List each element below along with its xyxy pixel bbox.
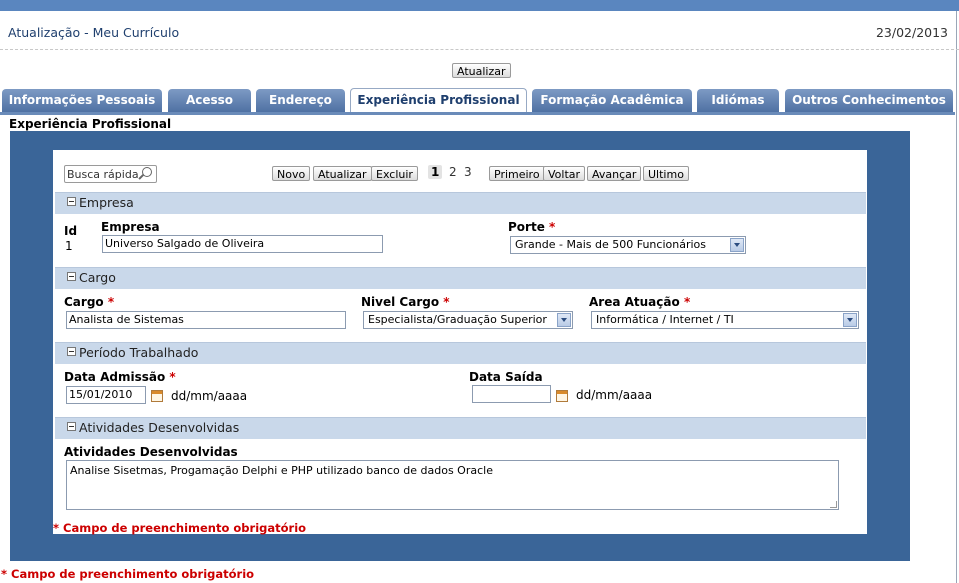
nivel-cargo-select[interactable]: Especialista/Graduação Superior [363, 311, 573, 329]
area-atuacao-label: Area Atuação * [589, 295, 691, 309]
current-date: 23/02/2013 [875, 25, 948, 40]
refresh-button[interactable]: Atualizar [313, 166, 372, 181]
data-admissao-format: dd/mm/aaaa [171, 389, 248, 403]
collapse-icon[interactable] [67, 272, 76, 281]
top-bar [0, 0, 959, 11]
empresa-label: Empresa [101, 220, 160, 234]
calendar-icon[interactable] [151, 390, 163, 402]
tab-experiencia-profissional[interactable]: Experiência Profissional [350, 88, 527, 112]
empresa-section-header[interactable]: Empresa [55, 192, 866, 214]
periodo-section-title: Período Trabalhado [79, 345, 199, 360]
chevron-down-icon[interactable] [730, 238, 744, 252]
porte-select[interactable]: Grande - Mais de 500 Funcionários [510, 236, 746, 254]
data-admissao-input[interactable]: 15/01/2010 [66, 386, 146, 404]
data-saida-format: dd/mm/aaaa [576, 388, 653, 402]
cargo-section-title: Cargo [79, 270, 116, 285]
page-3[interactable]: 3 [464, 165, 472, 179]
tab-bar: Informações Pessoais Acesso Endereço Exp… [0, 88, 955, 112]
empresa-input[interactable]: Universo Salgado de Oliveira [102, 235, 383, 253]
atividades-text: Analise Sisetmas, Progamação Delphi e PH… [70, 464, 493, 477]
required-note: * Campo de preenchimento obrigatório [1, 567, 255, 581]
id-value: 1 [65, 239, 73, 253]
window-border [956, 11, 957, 583]
chevron-down-icon[interactable] [843, 313, 857, 327]
tab-informacoes-pessoais[interactable]: Informações Pessoais [2, 89, 162, 112]
resize-grip-icon[interactable] [830, 501, 837, 508]
cargo-label: Cargo * [64, 295, 115, 309]
update-button[interactable]: Atualizar [452, 63, 511, 78]
new-button[interactable]: Novo [272, 166, 311, 181]
delete-button[interactable]: Excluir [371, 166, 418, 181]
atividades-textarea[interactable]: Analise Sisetmas, Progamação Delphi e PH… [66, 460, 839, 510]
quick-search-input[interactable]: Busca rápida [64, 165, 157, 183]
first-button[interactable]: Primeiro [489, 166, 545, 181]
periodo-section-header[interactable]: Período Trabalhado [55, 342, 866, 364]
page-title: Atualização - Meu Currículo [8, 25, 180, 40]
atividades-section-title: Atividades Desenvolvidas [79, 420, 240, 435]
data-admissao-label: Data Admissão * [64, 370, 176, 384]
section-title: Experiência Profissional [9, 117, 172, 131]
tab-acesso[interactable]: Acesso [168, 89, 251, 112]
search-icon[interactable] [142, 167, 152, 177]
tab-underline [0, 112, 955, 115]
tab-idiomas[interactable]: Idiómas [697, 89, 779, 112]
collapse-icon[interactable] [67, 422, 76, 431]
page-2[interactable]: 2 [449, 165, 457, 179]
atividades-label: Atividades Desenvolvidas [64, 445, 238, 459]
porte-label: Porte * [508, 220, 556, 234]
header-divider [0, 49, 959, 50]
nivel-cargo-label: Nivel Cargo * [361, 295, 450, 309]
cargo-input[interactable]: Analista de Sistemas [66, 311, 346, 329]
data-saida-input[interactable] [472, 385, 551, 403]
data-saida-label: Data Saída [469, 370, 543, 384]
id-label: Id [64, 224, 78, 238]
atividades-section-header[interactable]: Atividades Desenvolvidas [55, 417, 866, 439]
area-atuacao-select[interactable]: Informática / Internet / TI [591, 311, 859, 329]
tab-formacao-academica[interactable]: Formação Acadêmica [532, 89, 692, 112]
calendar-icon[interactable] [556, 390, 568, 402]
collapse-icon[interactable] [67, 347, 76, 356]
empresa-section-title: Empresa [79, 195, 134, 210]
last-button[interactable]: Ultimo [643, 166, 689, 181]
tab-outros-conhecimentos[interactable]: Outros Conhecimentos [785, 89, 953, 112]
back-button[interactable]: Voltar [543, 166, 586, 181]
required-note-inner: * Campo de preenchimento obrigatório [53, 521, 307, 535]
collapse-icon[interactable] [67, 197, 76, 206]
cargo-section-header[interactable]: Cargo [55, 267, 866, 289]
chevron-down-icon[interactable] [557, 313, 571, 327]
page-1[interactable]: 1 [428, 165, 443, 179]
forward-button[interactable]: Avançar [587, 166, 642, 181]
quick-search-placeholder: Busca rápida [67, 168, 139, 181]
tab-endereco[interactable]: Endereço [256, 89, 345, 112]
